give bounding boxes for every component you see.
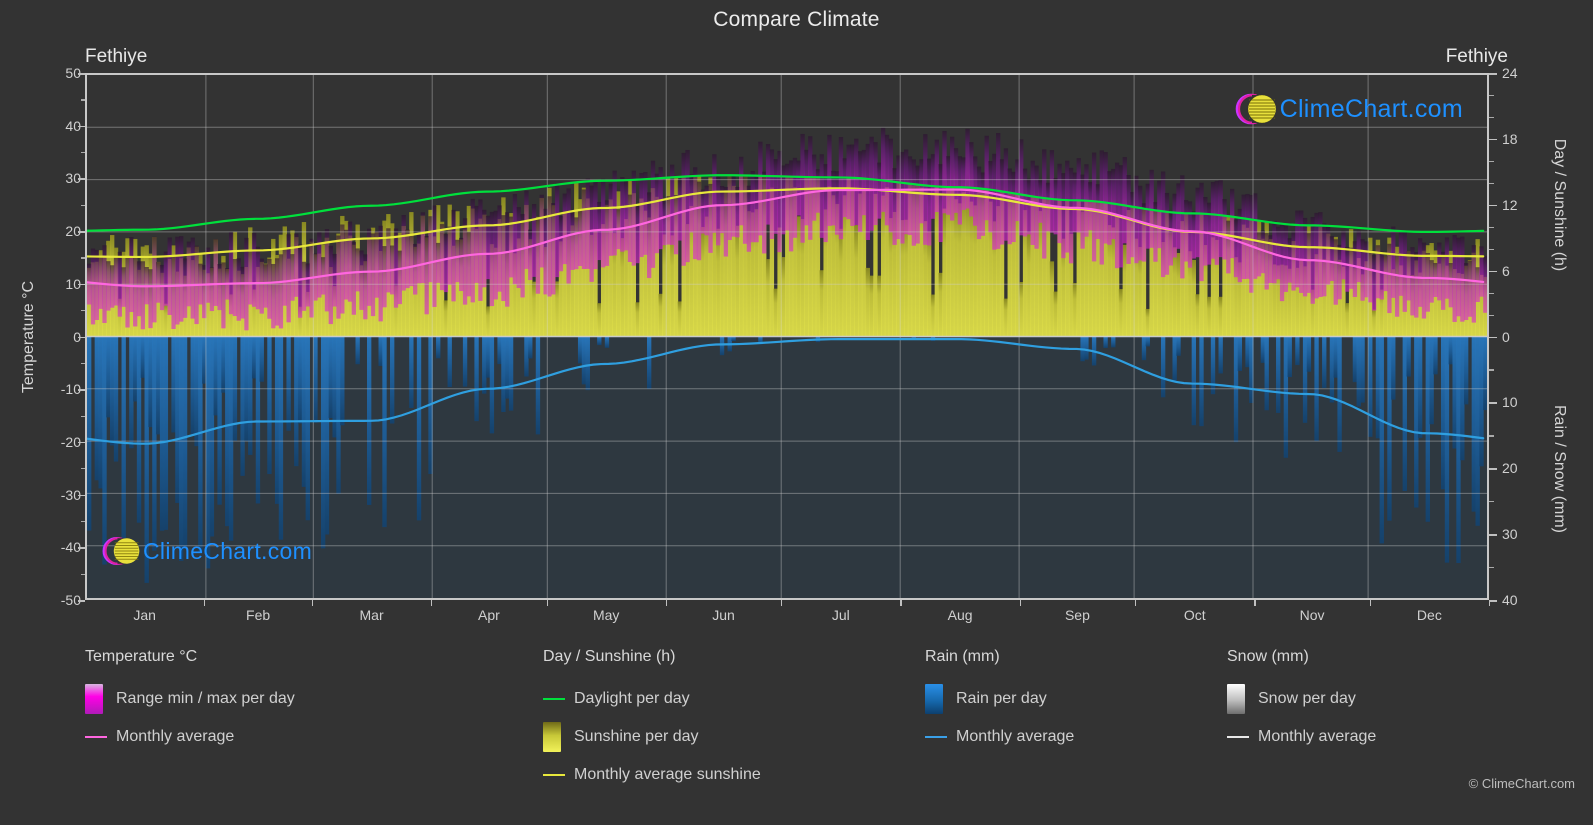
x-tick-may: May	[592, 607, 620, 623]
watermark-bottom: ClimeChart.com	[101, 531, 312, 571]
x-tick-oct: Oct	[1183, 607, 1206, 623]
legend-line-icon	[543, 774, 565, 776]
legend-item-label: Monthly average	[1258, 728, 1377, 745]
legend-column-temperature-c: Temperature °C Range min / max per day Mon…	[85, 648, 295, 756]
legend-column-title: Rain (mm)	[925, 648, 1000, 665]
y-tick-left: 30	[65, 170, 81, 187]
x-tick-jul: Jul	[831, 607, 850, 623]
y-tick-left: -40	[60, 539, 81, 556]
y-tick-left: 40	[65, 117, 81, 134]
climate-chart-plot[interactable]: ClimeChart.com ClimeChart.com	[85, 73, 1489, 600]
legend-item-label: Sunshine per day	[574, 728, 699, 745]
legend-swatch-icon	[85, 684, 103, 714]
legend-item[interactable]: Monthly average sunshine	[543, 756, 761, 794]
legend-column-snow-mm: Snow (mm) Snow per day Monthly average	[1227, 648, 1376, 756]
x-tick-feb: Feb	[246, 607, 271, 623]
y-tick-right-hours: 18	[1502, 130, 1518, 147]
legend-item[interactable]: Range min / max per day	[85, 680, 295, 718]
page-title: Compare Climate	[713, 8, 880, 31]
x-tick-dec: Dec	[1416, 607, 1442, 623]
y-tick-right-mm: 30	[1502, 526, 1518, 543]
copyright-text: © ClimeChart.com	[1468, 776, 1575, 791]
climechart-logo-icon-2	[102, 537, 140, 565]
legend-swatch-icon	[543, 722, 561, 752]
legend-item[interactable]: Rain per day	[925, 680, 1074, 718]
y-tick-left: -20	[60, 433, 81, 450]
legend-item-label: Monthly average	[116, 728, 235, 745]
legend-swatch-icon	[1227, 684, 1245, 714]
legend-column-rain-mm: Rain (mm) Rain per day Monthly average	[925, 648, 1074, 756]
y-tick-left: -30	[60, 486, 81, 503]
y-tick-left: -10	[60, 381, 81, 398]
legend-column-title: Day / Sunshine (h)	[543, 648, 676, 665]
legend-item-label: Rain per day	[956, 690, 1047, 707]
legend-item[interactable]: Monthly average	[1227, 718, 1376, 756]
y-axis-right-bottom-title-text: Rain / Snow (mm)	[1551, 404, 1568, 533]
legend-item[interactable]: Monthly average	[85, 718, 295, 756]
y-tick-left: 0	[21, 329, 81, 345]
legend-line-icon	[925, 736, 947, 738]
watermark-top: ClimeChart.com	[1234, 88, 1463, 130]
legend-item[interactable]: Monthly average	[925, 718, 1074, 756]
legend-line-icon	[543, 698, 565, 700]
x-tick-jun: Jun	[712, 607, 735, 623]
climechart-logo-icon	[1235, 93, 1277, 125]
chart-legend: Temperature °C Range min / max per day Mon…	[0, 648, 1593, 808]
x-tick-mar: Mar	[359, 607, 384, 623]
station-label-left: Fethiye	[85, 46, 148, 67]
legend-item-label: Monthly average sunshine	[574, 766, 761, 783]
y-tick-left: 10	[65, 275, 81, 292]
x-tick-aug: Aug	[947, 607, 973, 623]
y-tick-left: 20	[65, 223, 81, 240]
legend-item[interactable]: Sunshine per day	[543, 718, 761, 756]
station-label-right: Fethiye	[1445, 46, 1508, 67]
legend-line-icon	[1227, 736, 1249, 738]
legend-item-label: Monthly average	[956, 728, 1075, 745]
watermark-text-bottom: ClimeChart.com	[143, 537, 313, 564]
watermark-text-top: ClimeChart.com	[1279, 94, 1463, 123]
legend-line-icon	[85, 736, 107, 738]
y-tick-right-hours: 0	[1502, 328, 1510, 345]
y-tick-right-mm: 10	[1502, 394, 1518, 411]
x-tick-sep: Sep	[1064, 607, 1090, 623]
legend-item[interactable]: Snow per day	[1227, 680, 1376, 718]
legend-swatch-icon	[925, 684, 943, 714]
x-tick-apr: Apr	[477, 607, 500, 623]
legend-item[interactable]: Daylight per day	[543, 680, 761, 718]
legend-column-day-sunshine-h: Day / Sunshine (h) Daylight per day Sunshi…	[543, 648, 761, 794]
legend-column-title: Temperature °C	[85, 648, 198, 665]
y-tick-left: 50	[65, 65, 81, 81]
plot-svg	[87, 75, 1487, 598]
legend-item-label: Range min / max per day	[116, 690, 295, 707]
y-axis-right-top-title-text: Day / Sunshine (h)	[1551, 138, 1568, 272]
legend-item-label: Daylight per day	[574, 690, 690, 707]
legend-column-title: Snow (mm)	[1227, 648, 1309, 665]
y-tick-right-hours: 12	[1502, 196, 1518, 213]
y-tick-right-mm: 40	[1502, 592, 1518, 608]
y-tick-right-hours: 24	[1502, 65, 1518, 81]
x-tick-jan: Jan	[133, 607, 156, 623]
legend-item-label: Snow per day	[1258, 690, 1356, 707]
x-tick-nov: Nov	[1299, 607, 1325, 623]
y-tick-right-mm: 20	[1502, 460, 1518, 477]
y-tick-right-hours: 6	[1502, 262, 1510, 279]
y-tick-left: -50	[60, 592, 81, 608]
